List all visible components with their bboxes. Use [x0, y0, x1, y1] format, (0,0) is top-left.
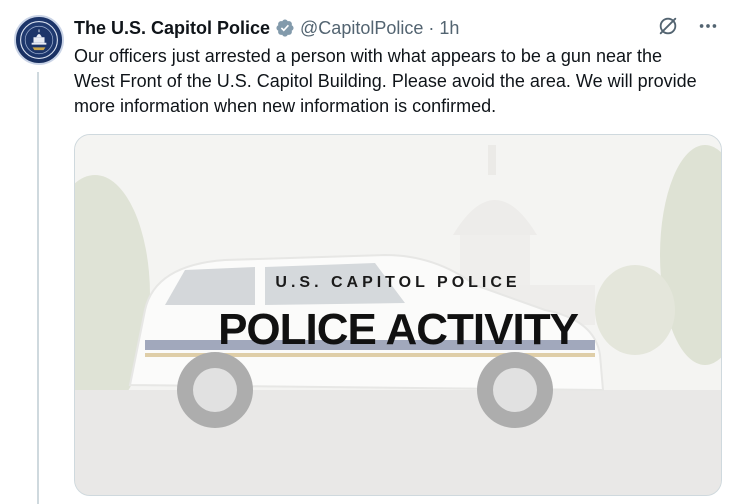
tweet-text-line: West Front of the U.S. Capitol Building.… [74, 71, 697, 91]
capitol-police-badge-icon [20, 21, 58, 59]
media-headline: POLICE ACTIVITY [218, 305, 579, 354]
separator-dot: · [428, 17, 435, 38]
tweet-text-line: more information when new information is… [74, 96, 497, 116]
timestamp[interactable]: 1h [439, 18, 459, 39]
display-name[interactable]: The U.S. Capitol Police [74, 18, 270, 39]
more-icon[interactable] [696, 14, 720, 38]
media-image[interactable]: U.S. CAPITOL POLICE POLICE ACTIVITY [74, 134, 722, 496]
thread-connector-line [37, 72, 39, 504]
handle[interactable]: @CapitolPolice [300, 18, 423, 39]
tweet-text: Our officers just arrested a person with… [74, 44, 724, 119]
slash-circle-icon[interactable] [656, 14, 680, 38]
verified-badge-icon [275, 18, 295, 38]
tweet-text-line: Our officers just arrested a person with… [74, 46, 663, 66]
avatar[interactable] [14, 15, 64, 65]
tweet-header: The U.S. Capitol Police @CapitolPolice ·… [74, 16, 459, 40]
media-kicker: U.S. CAPITOL POLICE [275, 274, 521, 291]
